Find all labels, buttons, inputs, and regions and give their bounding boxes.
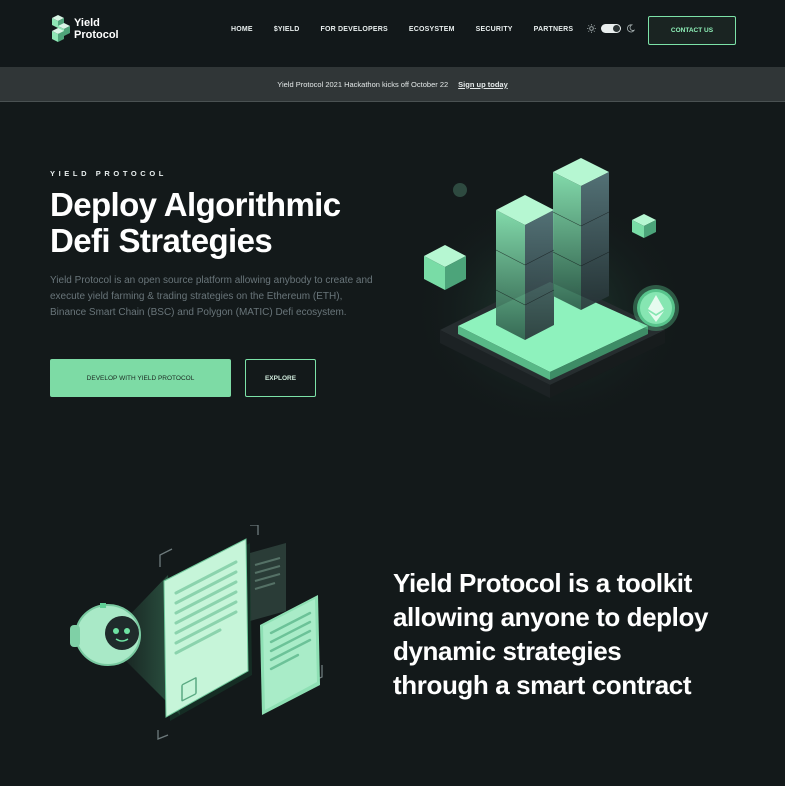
nav-for-developers[interactable]: FOR DEVELOPERS [321, 26, 388, 33]
hero-title: Deploy Algorithmic Defi Strategies [50, 187, 410, 259]
explore-button[interactable]: EXPLORE [245, 359, 316, 397]
main-document [163, 538, 252, 721]
hero-title-line2: Defi Strategies [50, 222, 273, 259]
logo-text-line1: Yield [74, 17, 100, 29]
nav-ecosystem[interactable]: ECOSYSTEM [409, 26, 455, 33]
main-menu: HOME $YIELD FOR DEVELOPERS ECOSYSTEM SEC… [231, 26, 594, 33]
hero-blocks-illustration [410, 158, 690, 430]
logo[interactable]: Yield Protocol [50, 14, 119, 44]
robot-icon [70, 603, 141, 666]
feature-line4: through a smart contract [393, 670, 692, 700]
theme-switcher [587, 24, 635, 33]
banner-signup-link[interactable]: Sign up today [458, 80, 508, 89]
announcement-banner: Yield Protocol 2021 Hackathon kicks off … [0, 67, 785, 102]
dark-orb [453, 183, 467, 197]
nav-yield-token[interactable]: $YIELD [274, 26, 300, 33]
hero-title-line1: Deploy Algorithmic [50, 186, 341, 223]
hero-description: Yield Protocol is an open source platfor… [50, 275, 373, 318]
contact-us-button[interactable]: CONTACT US [648, 16, 736, 45]
feature-heading: Yield Protocol is a toolkit allowing any… [393, 566, 753, 702]
feature-line1: Yield Protocol is a toolkit [393, 568, 692, 598]
back-document [250, 543, 286, 621]
top-navigation: Yield Protocol HOME $YIELD FOR DEVELOPER… [0, 0, 785, 67]
moon-icon[interactable] [626, 24, 635, 33]
feature-line2: allowing anyone to deploy [393, 602, 709, 632]
nav-security[interactable]: SECURITY [476, 26, 513, 33]
nav-partners[interactable]: PARTNERS [534, 26, 574, 33]
robot-documents-illustration [70, 525, 323, 740]
banner-text: Yield Protocol 2021 Hackathon kicks off … [277, 79, 449, 89]
hero-eyebrow: YIELD PROTOCOL [50, 169, 167, 178]
logo-cube-icon [52, 15, 70, 42]
develop-button[interactable]: DEVELOP WITH YIELD PROTOCOL [50, 359, 231, 397]
feature-line3: dynamic strategies [393, 636, 622, 666]
theme-toggle[interactable] [601, 24, 621, 33]
logo-text-line2: Protocol [74, 29, 119, 41]
nav-home[interactable]: HOME [231, 26, 253, 33]
sun-icon[interactable] [587, 24, 596, 33]
ethereum-coin-icon [633, 285, 679, 331]
